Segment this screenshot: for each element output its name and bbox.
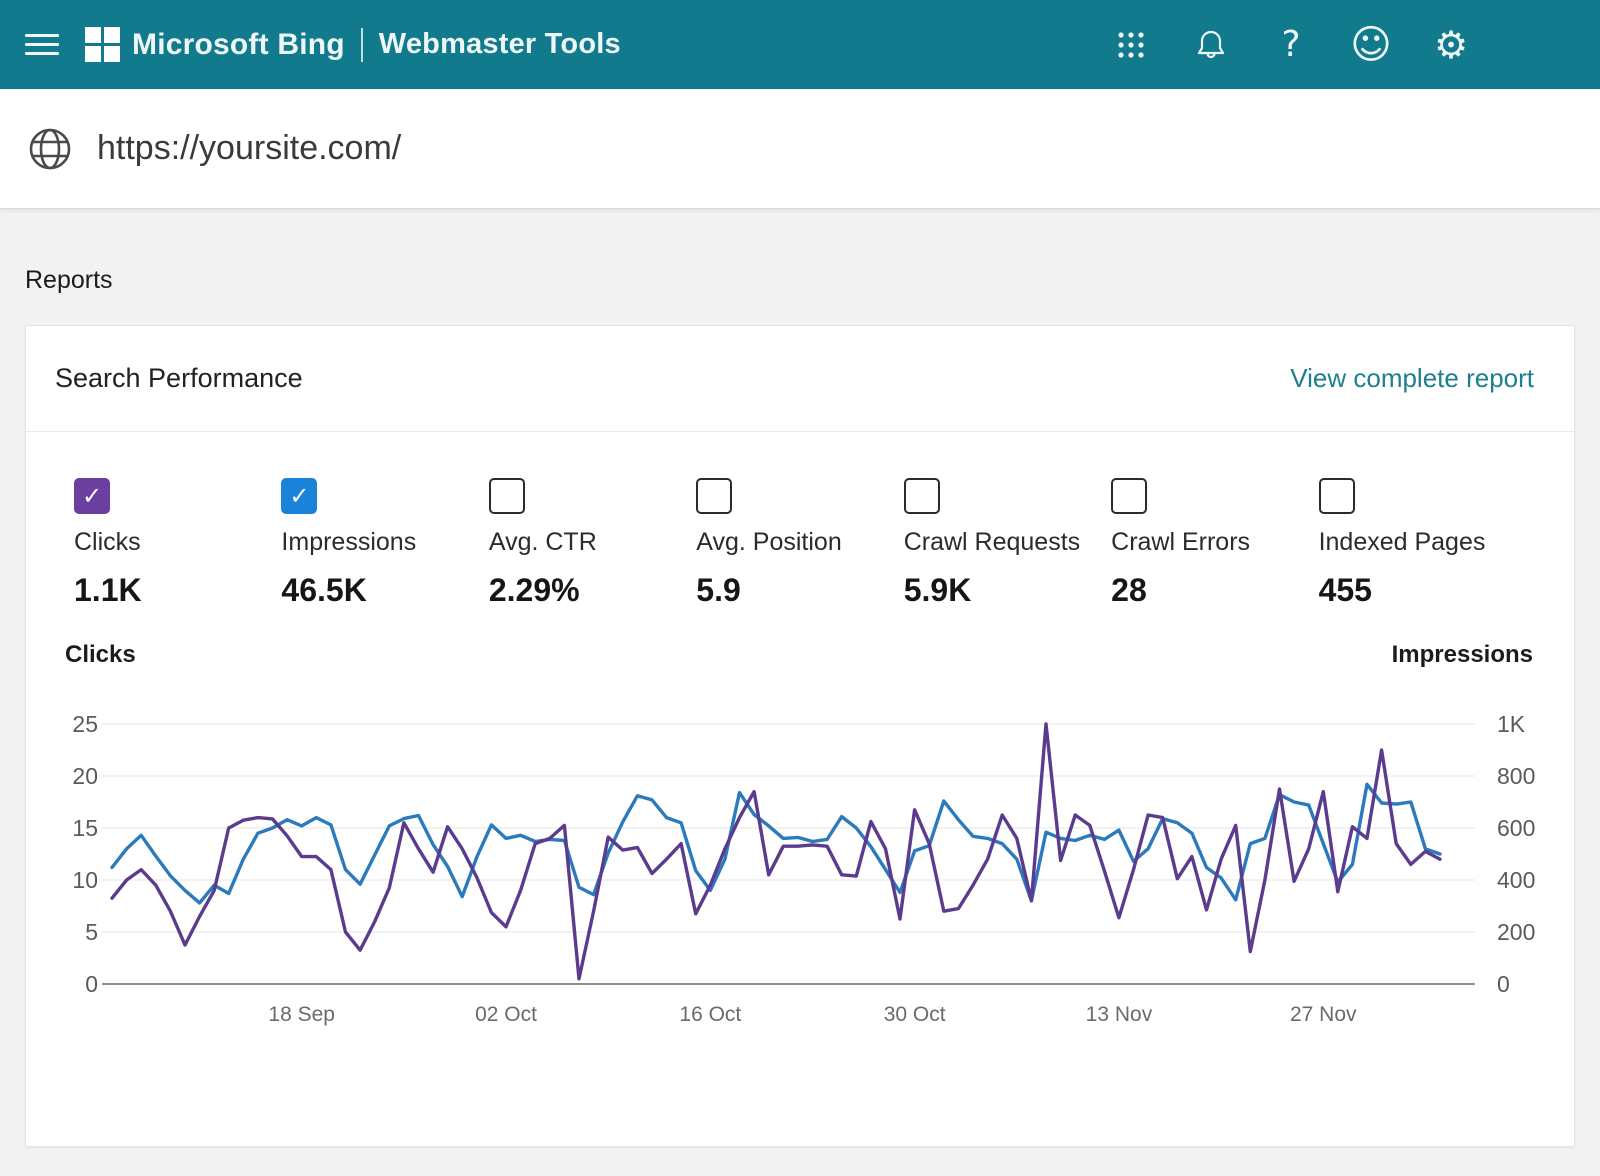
metric-value: 5.9: [696, 572, 740, 609]
metric-crawl-errors: Crawl Errors 28: [1111, 478, 1318, 609]
top-app-bar: Microsoft Bing Webmaster Tools ? ☺ ⚙: [0, 0, 1600, 89]
feedback-smiley-icon[interactable]: ☺: [1356, 30, 1386, 60]
hamburger-menu-icon[interactable]: [25, 28, 59, 61]
series-line-clicks: [112, 784, 1440, 903]
metric-value: 46.5K: [281, 572, 366, 609]
left-axis-tick: 20: [72, 763, 98, 789]
view-complete-report-link[interactable]: View complete report: [1290, 363, 1534, 394]
site-selector-bar: https://yoursite.com/: [0, 89, 1600, 209]
apps-grid-icon[interactable]: [1116, 30, 1146, 60]
metric-value: 2.29%: [489, 572, 580, 609]
checkbox-avg-ctr[interactable]: [489, 478, 525, 514]
metric-label: Clicks: [74, 528, 141, 557]
left-axis-tick: 25: [72, 711, 98, 737]
checkbox-avg-position[interactable]: [696, 478, 732, 514]
app-subtitle: Webmaster Tools: [379, 28, 621, 61]
x-axis-tick: 18 Sep: [268, 1003, 335, 1026]
site-url[interactable]: https://yoursite.com/: [97, 129, 401, 168]
metric-crawl-requests: Crawl Requests 5.9K: [904, 478, 1111, 609]
chart-section: Clicks Impressions 005200104001560020800…: [26, 609, 1574, 1089]
metric-label: Crawl Requests: [904, 528, 1080, 557]
metric-label: Avg. CTR: [489, 528, 597, 557]
checkbox-impressions[interactable]: ✓: [281, 478, 317, 514]
left-axis-tick: 10: [72, 867, 98, 893]
left-axis-tick: 5: [85, 919, 98, 945]
checkbox-crawl-errors[interactable]: [1111, 478, 1147, 514]
right-axis-tick: 400: [1497, 867, 1535, 893]
right-axis-tick: 600: [1497, 815, 1535, 841]
metric-impressions: ✓ Impressions 46.5K: [281, 478, 488, 609]
right-axis-tick: 800: [1497, 763, 1535, 789]
metric-label: Crawl Errors: [1111, 528, 1250, 557]
right-axis-tick: 1K: [1497, 711, 1526, 737]
metric-clicks: ✓ Clicks 1.1K: [74, 478, 281, 609]
globe-icon: [27, 126, 73, 172]
x-axis-tick: 30 Oct: [884, 1003, 946, 1026]
metric-label: Indexed Pages: [1319, 528, 1486, 557]
metric-indexed-pages: Indexed Pages 455: [1319, 478, 1526, 609]
checkbox-clicks[interactable]: ✓: [74, 478, 110, 514]
metric-value: 455: [1319, 572, 1372, 609]
search-performance-card: Search Performance View complete report …: [25, 325, 1575, 1147]
performance-line-chart[interactable]: 0 0 5 200 10 400 15 600 20 800 25 1K 18 Sep 02 Oct 16 …: [26, 609, 1576, 1089]
metric-avg-position: Avg. Position 5.9: [696, 478, 903, 609]
notifications-bell-icon[interactable]: [1196, 30, 1226, 60]
card-title: Search Performance: [55, 363, 303, 394]
checkbox-crawl-requests[interactable]: [904, 478, 940, 514]
metric-value: 28: [1111, 572, 1147, 609]
settings-gear-icon[interactable]: ⚙: [1436, 30, 1466, 60]
left-axis-tick: 15: [72, 815, 98, 841]
x-axis-tick: 13 Nov: [1086, 1003, 1153, 1026]
metrics-row: ✓ Clicks 1.1K ✓ Impressions 46.5K Avg. CTR 2.29…: [26, 432, 1574, 609]
metric-label: Avg. Position: [696, 528, 841, 557]
app-title: Microsoft Bing: [132, 28, 345, 62]
title-separator: [361, 28, 363, 62]
metric-value: 1.1K: [74, 572, 142, 609]
checkbox-indexed-pages[interactable]: [1319, 478, 1355, 514]
metric-value: 5.9K: [904, 572, 972, 609]
x-axis-tick: 27 Nov: [1290, 1003, 1357, 1026]
left-axis-tick: 0: [85, 971, 98, 997]
right-axis-tick: 200: [1497, 919, 1535, 945]
microsoft-logo-icon: [85, 27, 120, 62]
page-title: Reports: [25, 209, 1575, 295]
metric-avg-ctr: Avg. CTR 2.29%: [489, 478, 696, 609]
right-axis-tick: 0: [1497, 971, 1510, 997]
x-axis-tick: 16 Oct: [679, 1003, 741, 1026]
metric-label: Impressions: [281, 528, 416, 557]
series-line-impressions: [112, 724, 1440, 979]
help-question-icon[interactable]: ?: [1276, 30, 1306, 60]
x-axis-tick: 02 Oct: [475, 1003, 537, 1026]
